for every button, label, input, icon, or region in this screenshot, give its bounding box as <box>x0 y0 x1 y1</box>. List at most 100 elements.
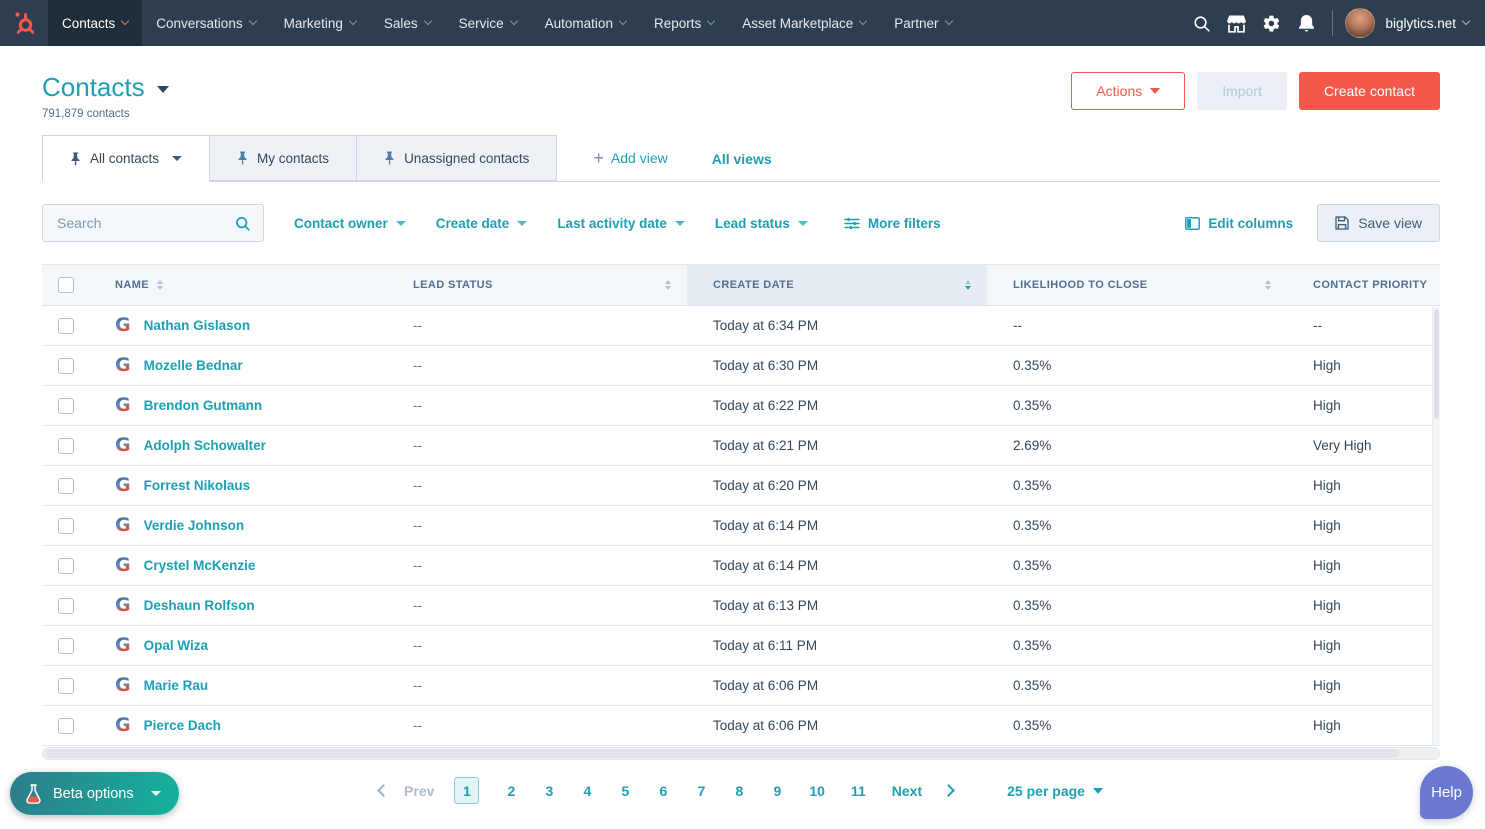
likelihood-cell: 0.35% <box>987 466 1287 505</box>
page-number[interactable]: 3 <box>543 783 555 799</box>
row-checkbox[interactable] <box>58 558 74 574</box>
row-checkbox[interactable] <box>58 638 74 654</box>
row-checkbox[interactable] <box>58 478 74 494</box>
tab-all-contacts[interactable]: All contacts <box>42 135 210 182</box>
table-row: GPierce Dach -- Today at 6:06 PM 0.35% H… <box>42 706 1440 746</box>
prev-page-chevron-icon[interactable] <box>377 784 390 797</box>
filter-contact-owner[interactable]: Contact owner <box>294 216 406 231</box>
search-icon[interactable] <box>234 215 251 232</box>
nav-item-reports[interactable]: Reports <box>640 0 728 46</box>
add-view-button[interactable]: + Add view <box>593 149 667 167</box>
contact-name-link[interactable]: Verdie Johnson <box>144 518 245 533</box>
beta-options-button[interactable]: Beta options <box>10 772 179 815</box>
contact-name-link[interactable]: Brendon Gutmann <box>144 398 263 413</box>
tab-unassigned-contacts[interactable]: Unassigned contacts <box>357 135 557 181</box>
filter-lead-status[interactable]: Lead status <box>715 216 808 231</box>
search-box <box>42 204 264 242</box>
columns-icon <box>1185 217 1200 230</box>
page-number[interactable]: 5 <box>619 783 631 799</box>
all-views-link[interactable]: All views <box>712 151 772 167</box>
table-row: GVerdie Johnson -- Today at 6:14 PM 0.35… <box>42 506 1440 546</box>
contact-name-link[interactable]: Pierce Dach <box>144 718 221 733</box>
nav-item-contacts[interactable]: Contacts <box>48 0 142 46</box>
contact-name-link[interactable]: Marie Rau <box>144 678 209 693</box>
hubspot-logo[interactable] <box>0 0 48 46</box>
column-header-name[interactable]: NAME <box>100 265 387 305</box>
nav-item-automation[interactable]: Automation <box>531 0 640 46</box>
edit-columns-button[interactable]: Edit columns <box>1185 216 1293 231</box>
page-number[interactable]: 9 <box>771 783 783 799</box>
priority-cell: High <box>1287 666 1440 705</box>
contact-avatar-g-logo: G <box>115 716 131 735</box>
row-checkbox[interactable] <box>58 518 74 534</box>
filter-last-activity-date[interactable]: Last activity date <box>557 216 685 231</box>
page-number[interactable]: 8 <box>733 783 745 799</box>
row-checkbox[interactable] <box>58 358 74 374</box>
vertical-scrollbar[interactable] <box>1432 307 1440 745</box>
page-number-current[interactable]: 1 <box>454 777 479 804</box>
page-number[interactable]: 10 <box>809 783 825 799</box>
row-checkbox[interactable] <box>58 438 74 454</box>
row-checkbox[interactable] <box>58 598 74 614</box>
column-header-likelihood-to-close[interactable]: LIKELIHOOD TO CLOSE <box>987 265 1287 305</box>
column-header-create-date[interactable]: CREATE DATE <box>687 265 987 305</box>
prev-page-link[interactable]: Prev <box>404 783 434 799</box>
vertical-scrollbar-thumb[interactable] <box>1434 309 1439 419</box>
row-checkbox[interactable] <box>58 678 74 694</box>
contact-avatar-g-logo: G <box>115 596 131 615</box>
chevron-down-icon <box>944 17 952 25</box>
page-number[interactable]: 4 <box>581 783 593 799</box>
nav-item-partner[interactable]: Partner <box>880 0 965 46</box>
horizontal-scrollbar[interactable] <box>42 747 1440 760</box>
more-filters-button[interactable]: More filters <box>844 216 941 231</box>
horizontal-scrollbar-thumb[interactable] <box>45 749 1399 758</box>
contact-name-link[interactable]: Mozelle Bednar <box>144 358 243 373</box>
nav-item-sales[interactable]: Sales <box>370 0 445 46</box>
search-input[interactable] <box>55 214 234 232</box>
table-row: GMarie Rau -- Today at 6:06 PM 0.35% Hig… <box>42 666 1440 706</box>
help-button[interactable]: Help <box>1420 766 1473 819</box>
page-number[interactable]: 2 <box>505 783 517 799</box>
nav-item-asset-marketplace[interactable]: Asset Marketplace <box>728 0 880 46</box>
nav-item-conversations[interactable]: Conversations <box>142 0 269 46</box>
contact-name-link[interactable]: Adolph Schowalter <box>144 438 266 453</box>
contact-name-link[interactable]: Deshaun Rolfson <box>144 598 255 613</box>
contact-avatar-g-logo: G <box>115 436 131 455</box>
row-checkbox[interactable] <box>58 318 74 334</box>
contacts-page: Contacts 791,879 contacts Actions Import… <box>0 72 1485 804</box>
nav-item-service[interactable]: Service <box>445 0 531 46</box>
column-header-contact-priority[interactable]: CONTACT PRIORITY <box>1287 265 1440 305</box>
bell-icon[interactable] <box>1289 0 1324 46</box>
nav-item-marketing[interactable]: Marketing <box>270 0 370 46</box>
select-all-checkbox[interactable] <box>58 277 74 293</box>
contact-name-link[interactable]: Crystel McKenzie <box>144 558 256 573</box>
page-title-block: Contacts 791,879 contacts <box>42 72 169 120</box>
row-checkbox[interactable] <box>58 718 74 734</box>
page-title[interactable]: Contacts <box>42 72 169 103</box>
table-row: GForrest Nikolaus -- Today at 6:20 PM 0.… <box>42 466 1440 506</box>
next-page-chevron-icon[interactable] <box>942 784 955 797</box>
page-number[interactable]: 6 <box>657 783 669 799</box>
per-page-selector[interactable]: 25 per page <box>1007 783 1103 799</box>
contact-name-link[interactable]: Nathan Gislason <box>144 318 251 333</box>
account-menu[interactable]: biglytics.net <box>1385 16 1469 31</box>
user-avatar[interactable] <box>1345 8 1375 38</box>
page-number[interactable]: 7 <box>695 783 707 799</box>
actions-button[interactable]: Actions <box>1071 72 1185 110</box>
search-icon[interactable] <box>1184 0 1219 46</box>
marketplace-icon[interactable] <box>1219 0 1254 46</box>
lead-status-cell: -- <box>387 306 687 345</box>
contact-name-link[interactable]: Opal Wiza <box>144 638 208 653</box>
create-date-cell: Today at 6:14 PM <box>687 546 987 585</box>
filter-create-date[interactable]: Create date <box>436 216 528 231</box>
save-view-button[interactable]: Save view <box>1317 204 1440 242</box>
row-checkbox[interactable] <box>58 398 74 414</box>
column-header-lead-status[interactable]: LEAD STATUS <box>387 265 687 305</box>
create-contact-button[interactable]: Create contact <box>1299 72 1440 110</box>
import-button[interactable]: Import <box>1197 72 1287 110</box>
tab-my-contacts[interactable]: My contacts <box>210 135 357 181</box>
next-page-link[interactable]: Next <box>892 783 922 799</box>
page-number[interactable]: 11 <box>851 783 866 799</box>
gear-icon[interactable] <box>1254 0 1289 46</box>
contact-name-link[interactable]: Forrest Nikolaus <box>144 478 251 493</box>
